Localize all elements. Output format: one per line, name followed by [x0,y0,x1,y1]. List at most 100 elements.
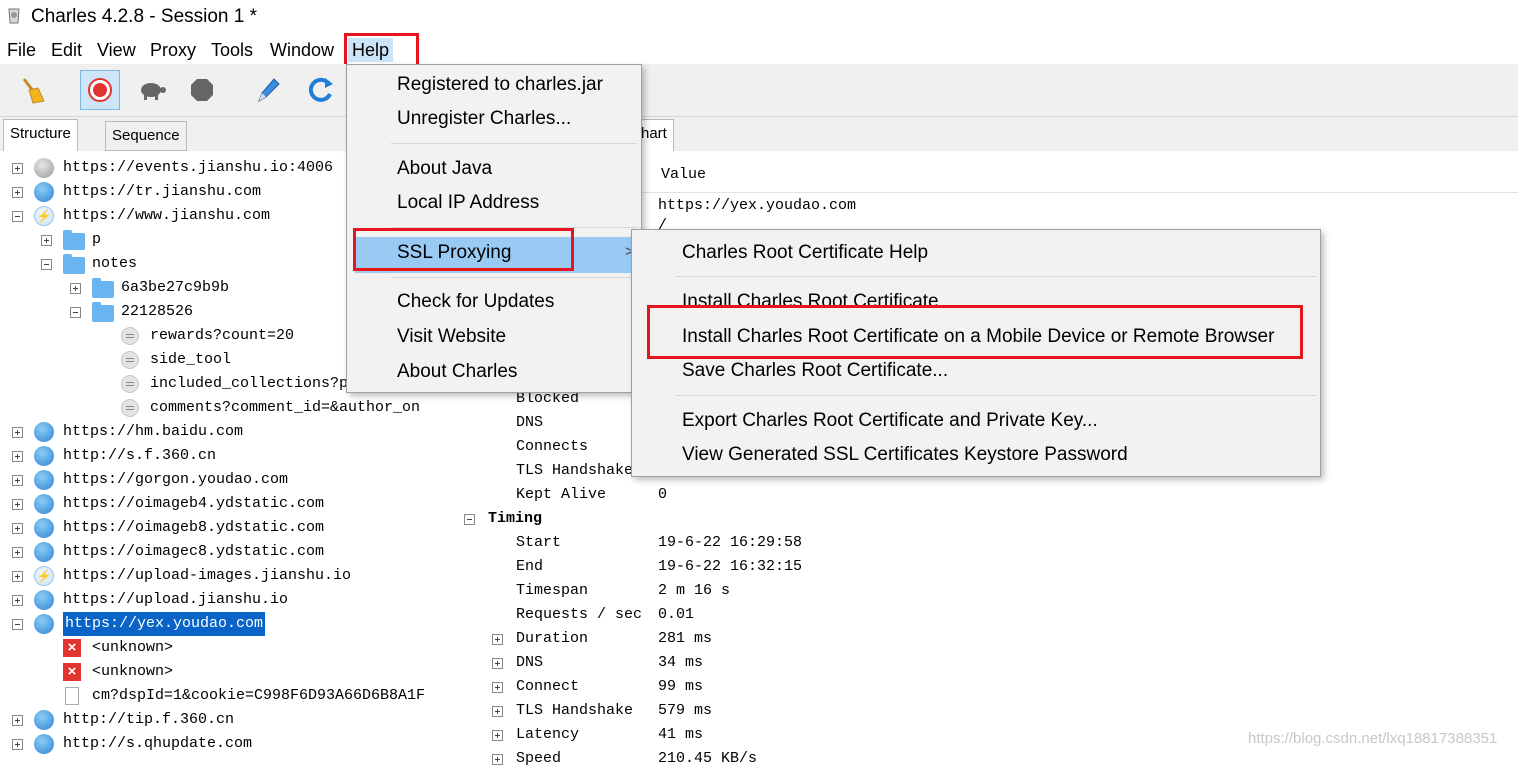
tree-item-label: 6a3be27c9b9b [121,279,230,296]
tree-row[interactable]: https://oimagec8.ydstatic.com [0,540,422,564]
overview-row[interactable]: Requests / sec 0.01 [454,603,1518,627]
tree-item-label: side_tool [150,351,232,368]
overview-row[interactable]: Connect 99 ms [454,675,1518,699]
compose-button[interactable] [248,70,288,110]
expand-icon[interactable] [12,163,23,174]
tree-item-label: http://s.f.360.cn [63,447,217,464]
overview-row[interactable]: Duration 281 ms [454,627,1518,651]
menu-separator [676,395,1316,396]
expand-icon[interactable] [492,634,503,645]
expand-icon[interactable] [41,235,52,246]
expand-icon[interactable] [12,475,23,486]
menu-view[interactable]: View [97,38,136,62]
collapse-icon[interactable] [41,259,52,270]
menu-file[interactable]: File [7,38,36,62]
expand-icon[interactable] [12,451,23,462]
overview-row-value: 0 [658,486,668,503]
expand-icon[interactable] [12,523,23,534]
menu-item-registered[interactable]: Registered to charles.jar [397,70,603,100]
overview-row-value: 19-6-22 16:32:15 [658,558,803,575]
menu-proxy[interactable]: Proxy [150,38,196,62]
clear-session-button[interactable] [12,70,52,110]
tree-item-label: comments?comment_id=&author_on [150,399,421,416]
overview-row[interactable]: TLS Handshake 579 ms [454,699,1518,723]
tab-structure[interactable]: Structure [3,119,78,151]
submenu-view-keystore-password[interactable]: View Generated SSL Certificates Keystore… [682,440,1128,470]
menu-item-unregister[interactable]: Unregister Charles... [397,104,571,134]
tree-row[interactable]: https://gorgon.youdao.com [0,468,422,492]
tree-row[interactable]: https://hm.baidu.com [0,420,422,444]
tree-row[interactable]: https://oimageb4.ydstatic.com [0,492,422,516]
tree-item-label: https://yex.youdao.com [63,612,266,636]
expand-icon[interactable] [492,754,503,765]
tree-row[interactable]: cm?dspId=1&cookie=C998F6D93A66D6B8A1F [0,684,425,708]
expand-icon[interactable] [492,658,503,669]
tab-sequence[interactable]: Sequence [105,121,187,151]
collapse-icon[interactable] [12,619,23,630]
overview-row[interactable]: Kept Alive 0 [454,483,1518,507]
menu-item-local-ip[interactable]: Local IP Address [397,188,539,218]
expand-icon[interactable] [492,706,503,717]
tree-row[interactable]: × <unknown> [0,660,422,684]
overview-row-label: Duration [516,630,589,647]
submenu-root-cert-help[interactable]: Charles Root Certificate Help [682,238,928,268]
tree-row[interactable]: comments?comment_id=&author_on [0,396,422,420]
tree-row[interactable]: ⚡ https://upload-images.jianshu.io [0,564,422,588]
tree-row[interactable]: https://oimageb8.ydstatic.com [0,516,422,540]
tree-item-label: https://upload.jianshu.io [63,591,289,608]
globe-icon [34,494,54,514]
tree-item-label: https://www.jianshu.com [63,207,271,224]
overview-row-label: DNS [516,654,544,671]
expand-icon[interactable] [492,730,503,741]
expand-icon[interactable] [12,595,23,606]
menu-window[interactable]: Window [270,38,334,62]
expand-icon[interactable] [492,682,503,693]
collapse-icon[interactable] [70,307,81,318]
menu-edit[interactable]: Edit [51,38,82,62]
breakpoints-button[interactable] [182,70,222,110]
tree-row[interactable]: https://upload.jianshu.io [0,588,422,612]
record-icon [88,78,112,102]
expand-icon[interactable] [12,715,23,726]
overview-row[interactable]: Speed 210.45 KB/s [454,747,1518,771]
expand-icon[interactable] [12,187,23,198]
throttle-button[interactable] [132,70,172,110]
overview-row-label: Latency [516,726,580,743]
overview-row[interactable]: Timespan 2 m 16 s [454,579,1518,603]
globe-icon [34,182,54,202]
menu-item-about-charles[interactable]: About Charles [397,357,517,387]
collapse-icon[interactable] [12,211,23,222]
tree-row[interactable]: http://s.qhupdate.com [0,732,422,756]
expand-icon[interactable] [12,427,23,438]
menu-separator [391,277,637,278]
overview-row[interactable]: End 19-6-22 16:32:15 [454,555,1518,579]
overview-row-label: DNS [516,414,544,431]
menu-item-visit-website[interactable]: Visit Website [397,322,506,352]
overview-row-value: 579 ms [658,702,713,719]
tree-row[interactable]: http://tip.f.360.cn [0,708,422,732]
submenu-export-cert-key[interactable]: Export Charles Root Certificate and Priv… [682,406,1098,436]
tree-row[interactable]: https://yex.youdao.com [0,612,422,636]
submenu-save-root-cert[interactable]: Save Charles Root Certificate... [682,356,948,386]
ssl-proxying-highlight-box [353,228,574,271]
expand-icon[interactable] [12,571,23,582]
repeat-button[interactable] [300,70,340,110]
tree-row[interactable]: × <unknown> [0,636,422,660]
tree-row[interactable]: http://s.f.360.cn [0,444,422,468]
tree-item-label: rewards?count=20 [150,327,295,344]
menu-item-check-updates[interactable]: Check for Updates [397,287,554,317]
expand-icon[interactable] [70,283,81,294]
globe-icon [34,518,54,538]
expand-icon[interactable] [12,499,23,510]
overview-row[interactable]: Start 19-6-22 16:29:58 [454,531,1518,555]
bolt-globe-icon: ⚡ [34,566,54,586]
expand-icon[interactable] [12,739,23,750]
collapse-icon[interactable] [464,514,475,525]
menu-item-about-java[interactable]: About Java [397,154,492,184]
expand-icon[interactable] [12,547,23,558]
record-button[interactable] [80,70,120,110]
overview-row[interactable]: DNS 34 ms [454,651,1518,675]
section-row[interactable]: Timing [454,507,1518,531]
globe-icon [34,590,54,610]
menu-tools[interactable]: Tools [211,38,253,62]
